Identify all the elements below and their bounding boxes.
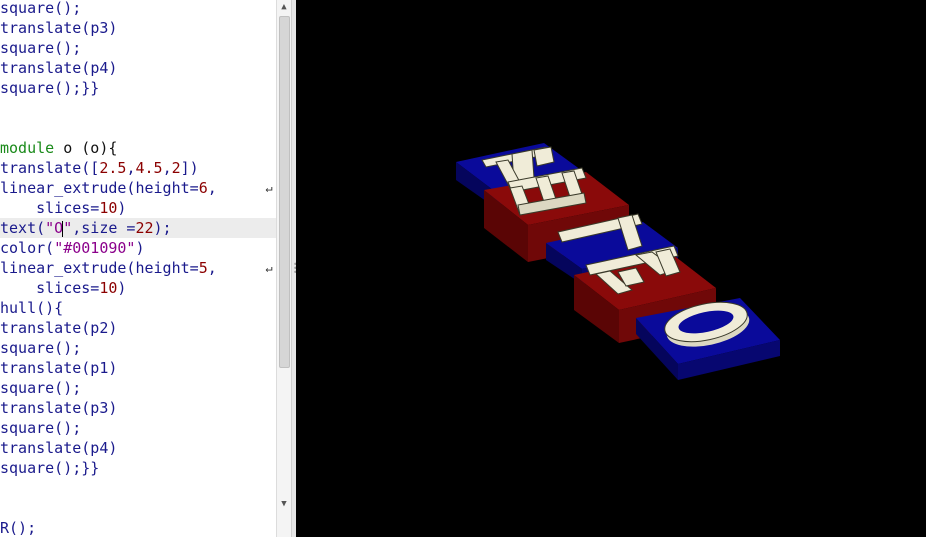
code-line[interactable]: square(); [0,418,276,438]
code-line[interactable]: text("O",size =22); [0,218,276,238]
code-lines[interactable]: square(); translate(p3) square(); translate… [0,0,276,537]
code-token: hull(){ [0,299,64,317]
code-token: square();}} [0,459,100,477]
code-token: o (o){ [54,139,118,157]
code-token: linear_extrude(height= [0,259,199,277]
code-line[interactable]: R(); [0,518,276,537]
code-line[interactable]: square(); [0,0,276,18]
3d-viewport[interactable] [296,0,926,537]
code-token: translate( [0,59,91,77]
code-line[interactable]: square();}} [0,78,276,98]
code-token: translate(p1) [0,359,118,377]
code-token: p3 [90,19,109,37]
code-line[interactable]: linear_extrude(height=5, ↵ [0,258,276,278]
code-line[interactable]: translate(p3) [0,398,276,418]
code-token: 6 [198,179,208,197]
line-wrap-icon: ↵ [265,181,273,195]
code-line[interactable]: translate(p4) [0,438,276,458]
line-wrap-icon: ↵ [265,261,273,275]
code-token: square(); [0,39,82,57]
code-token: module [0,139,55,157]
code-token: , [207,179,217,197]
code-line[interactable]: translate(p3) [0,18,276,38]
code-token: " [63,219,73,237]
code-token: 10 [99,199,118,217]
code-token: "#001090" [54,239,136,257]
code-token: 4.5 [135,159,163,177]
code-token: R(); [0,519,37,537]
code-token: translate(p4) [0,439,118,457]
code-token: ]) [180,159,199,177]
code-token: ) [117,199,127,217]
code-token: ) [108,59,118,77]
code-token: translate( [0,19,91,37]
code-token: p4 [90,59,109,77]
code-token: square(); [0,0,82,17]
code-token: translate(p3) [0,399,118,417]
code-token: square(); [0,419,82,437]
code-token: translate(p2) [0,319,118,337]
code-token: 2.5 [99,159,127,177]
code-line[interactable]: square(); [0,38,276,58]
code-line[interactable]: translate([2.5,4.5,2]) [0,158,276,178]
code-line[interactable] [0,498,276,518]
code-token: color( [0,239,55,257]
code-token: 5 [198,259,208,277]
code-token: "O [45,219,64,237]
code-line[interactable]: translate(p4) [0,58,276,78]
editor-scrollbar[interactable]: ▲ ▼ [276,0,291,537]
code-token: text( [0,219,46,237]
code-line[interactable]: color("#001090") [0,238,276,258]
scroll-thumb[interactable] [279,16,290,368]
code-token: slices= [0,199,100,217]
code-token: , [207,259,217,277]
code-line[interactable]: linear_extrude(height=6, ↵ [0,178,276,198]
code-line[interactable] [0,98,276,118]
code-token: slices= [0,279,100,297]
code-token: 22 [135,219,154,237]
code-line[interactable]: square(); [0,378,276,398]
code-line[interactable] [0,478,276,498]
code-line[interactable]: translate(p1) [0,358,276,378]
code-line[interactable]: slices=10) [0,278,276,298]
code-token: square();}} [0,79,100,97]
code-token: square(); [0,339,82,357]
code-token: ) [108,19,118,37]
scroll-down-icon[interactable]: ▼ [277,497,291,511]
code-token: linear_extrude(height= [0,179,199,197]
scroll-up-icon[interactable]: ▲ [277,0,291,14]
code-token: ); [153,219,172,237]
code-token: , [162,159,172,177]
code-token: ) [117,279,127,297]
code-editor[interactable]: square(); translate(p3) square(); translate… [0,0,276,537]
code-line[interactable] [0,118,276,138]
code-line[interactable]: square();}} [0,458,276,478]
code-token: ,size = [72,219,136,237]
code-line[interactable]: slices=10) [0,198,276,218]
code-line[interactable]: module o (o){ [0,138,276,158]
code-token: 10 [99,279,118,297]
code-token: ) [135,239,145,257]
code-line[interactable]: hull(){ [0,298,276,318]
code-token: translate([ [0,159,100,177]
code-line[interactable]: square(); [0,338,276,358]
code-token: square(); [0,379,82,397]
code-token: 2 [171,159,181,177]
retro-3d-scene [456,143,780,380]
code-line[interactable]: translate(p2) [0,318,276,338]
